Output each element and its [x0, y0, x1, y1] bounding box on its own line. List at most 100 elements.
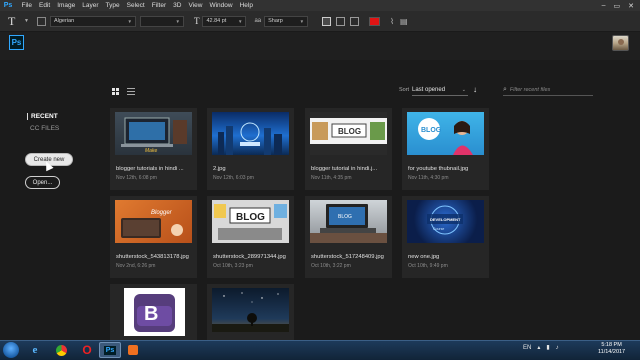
text-orientation-icon[interactable] — [36, 16, 46, 26]
menu-window[interactable]: Window — [206, 0, 236, 11]
file-card[interactable]: Make blogger tutorials in hindi ... Nov … — [110, 108, 197, 190]
file-date: Nov 12th, 6:08 pm — [116, 175, 157, 181]
city-blue-image — [218, 122, 282, 155]
clock-time: 5:18 PM — [601, 342, 622, 348]
svg-text:B: B — [144, 303, 158, 325]
file-name: new one.jpg — [408, 254, 440, 260]
blog-keys-image: BLOG — [214, 204, 287, 240]
antialias-select[interactable]: Sharp ▼ — [264, 15, 309, 27]
sort-direction-arrow-icon[interactable]: ↓ — [473, 85, 477, 94]
nav-cc-files[interactable]: CC FILES — [30, 125, 59, 132]
file-date: Nov 12th, 6:03 pm — [213, 175, 254, 181]
svg-text:DEVELOPMENT: DEVELOPMENT — [430, 217, 461, 222]
close-icon[interactable]: ✕ — [628, 2, 634, 10]
menu-3d[interactable]: 3D — [170, 0, 185, 11]
font-size-select[interactable]: 42.84 pt ▼ — [202, 15, 247, 27]
align-right-icon[interactable] — [350, 16, 360, 26]
file-date: Nov 11th, 4:30 pm — [408, 175, 449, 181]
antialias-value: Sharp — [268, 18, 283, 24]
menu-edit[interactable]: Edit — [35, 0, 53, 11]
menu-filter[interactable]: Filter — [148, 0, 169, 11]
file-thumbnail: BLOG — [212, 200, 289, 243]
menu-view[interactable]: View — [185, 0, 206, 11]
file-name: blogger tutorial in hindi.j... — [311, 166, 378, 172]
menu-layer[interactable]: Layer — [79, 0, 102, 11]
sort-select[interactable]: Last opened ⌄ — [412, 85, 468, 96]
open-button[interactable]: Open... — [25, 176, 60, 189]
file-date: Nov 11th, 4:35 pm — [311, 175, 352, 181]
font-style-select[interactable]: ▼ — [139, 15, 184, 27]
photoshop-logo: Ps — [9, 35, 24, 50]
font-family-select[interactable]: Algerian ▼ — [49, 15, 136, 27]
chevron-down-icon: ▼ — [175, 18, 180, 24]
text-align-group — [322, 16, 360, 26]
filter-recent-input[interactable]: ⌕ Filter recent files — [503, 85, 593, 96]
night-tree-image — [212, 292, 289, 332]
taskbar-clock[interactable]: 5:18 PM 11/14/2017 — [598, 342, 625, 356]
svg-text:BLOG: BLOG — [338, 214, 352, 220]
character-panel-icon[interactable]: ▤ — [400, 17, 408, 26]
svg-text:Course: Course — [433, 227, 444, 231]
internet-explorer-icon[interactable]: e — [24, 342, 46, 358]
clock-date: 11/14/2017 — [598, 349, 626, 355]
tray-up-arrow-icon[interactable]: ▴ — [537, 344, 540, 351]
chrome-icon[interactable] — [50, 342, 72, 358]
file-card[interactable]: Blogger shutterstock_543813178.jpg Nov 2… — [110, 196, 197, 278]
file-date: Oct 10th, 3:22 pm — [311, 263, 351, 269]
menu-select[interactable]: Select — [123, 0, 148, 11]
list-view-icon[interactable] — [127, 88, 135, 95]
menu-bar: Ps File Edit Image Layer Type Select Fil… — [0, 0, 640, 11]
laptop-blogger-image: Make — [121, 117, 187, 154]
file-date: Oct 10th, 3:23 pm — [213, 263, 253, 269]
file-thumbnail: B — [124, 288, 185, 336]
file-name: 2.jpg — [213, 166, 226, 172]
network-icon[interactable]: ▮ — [546, 344, 549, 351]
avatar[interactable] — [612, 35, 629, 51]
menu-file[interactable]: File — [18, 0, 35, 11]
menu-type[interactable]: Type — [102, 0, 123, 11]
file-thumbnail: Blogger — [115, 200, 192, 243]
svg-text:BLOG: BLOG — [338, 127, 361, 136]
file-card[interactable]: BLOG shutterstock_517248409.jpg Oct 10th… — [305, 196, 392, 278]
grid-view-icon[interactable] — [112, 88, 119, 95]
filter-placeholder: Filter recent files — [509, 87, 551, 93]
file-thumbnail: BLOG — [310, 112, 387, 155]
minimize-icon[interactable]: – — [602, 2, 606, 10]
opera-icon[interactable]: O — [76, 342, 98, 358]
start-button[interactable] — [3, 342, 19, 358]
system-tray: EN ▴ ▮ ♪ — [523, 344, 559, 352]
type-tool-icon[interactable]: T — [8, 14, 22, 29]
photoshop-app-icon: Ps — [3, 2, 13, 9]
tool-preset-chevron-icon[interactable]: ▼ — [24, 18, 29, 24]
menu-image[interactable]: Image — [54, 0, 79, 11]
chevron-down-icon: ▼ — [299, 18, 305, 24]
photoshop-taskbar-label: Ps — [103, 345, 117, 355]
photoshop-taskbar-button[interactable]: Ps — [99, 342, 121, 358]
file-card[interactable]: B — [110, 284, 197, 340]
recorder-icon[interactable] — [122, 342, 144, 358]
file-thumbnail — [212, 288, 289, 332]
menu-help[interactable]: Help — [236, 0, 256, 11]
file-name: blogger tutorials in hindi ... — [116, 166, 184, 172]
volume-icon[interactable]: ♪ — [556, 345, 559, 351]
align-center-icon[interactable] — [336, 16, 346, 26]
file-thumbnail: BLOG — [310, 200, 387, 243]
blogger-orange-image: Blogger — [121, 210, 183, 238]
language-indicator[interactable]: EN — [523, 345, 531, 351]
nav-recent[interactable]: RECENT — [27, 113, 58, 120]
file-card[interactable]: BLOG blogger tutorial in hindi.j... Nov … — [305, 108, 392, 190]
file-card[interactable]: 2.jpg Nov 12th, 6:03 pm — [207, 108, 294, 190]
maximize-icon[interactable]: ▭ — [614, 2, 621, 10]
font-family-value: Algerian — [53, 18, 75, 24]
text-color-swatch[interactable] — [369, 16, 381, 26]
antialias-label: aa — [254, 18, 262, 24]
start-workspace-header — [0, 32, 640, 60]
file-card[interactable]: BLOG for youtube thubnail.jpg Nov 11th, … — [402, 108, 489, 190]
file-card[interactable] — [207, 284, 294, 340]
warp-text-icon[interactable]: ⌇ — [390, 17, 394, 26]
file-name: shutterstock_289971344.jpg — [213, 254, 286, 260]
file-card[interactable]: DEVELOPMENT Course new one.jpg Oct 10th, … — [402, 196, 489, 278]
chevron-down-icon: ▼ — [127, 18, 132, 24]
align-left-icon[interactable] — [322, 16, 332, 26]
file-card[interactable]: BLOG shutterstock_289971344.jpg Oct 10th… — [207, 196, 294, 278]
